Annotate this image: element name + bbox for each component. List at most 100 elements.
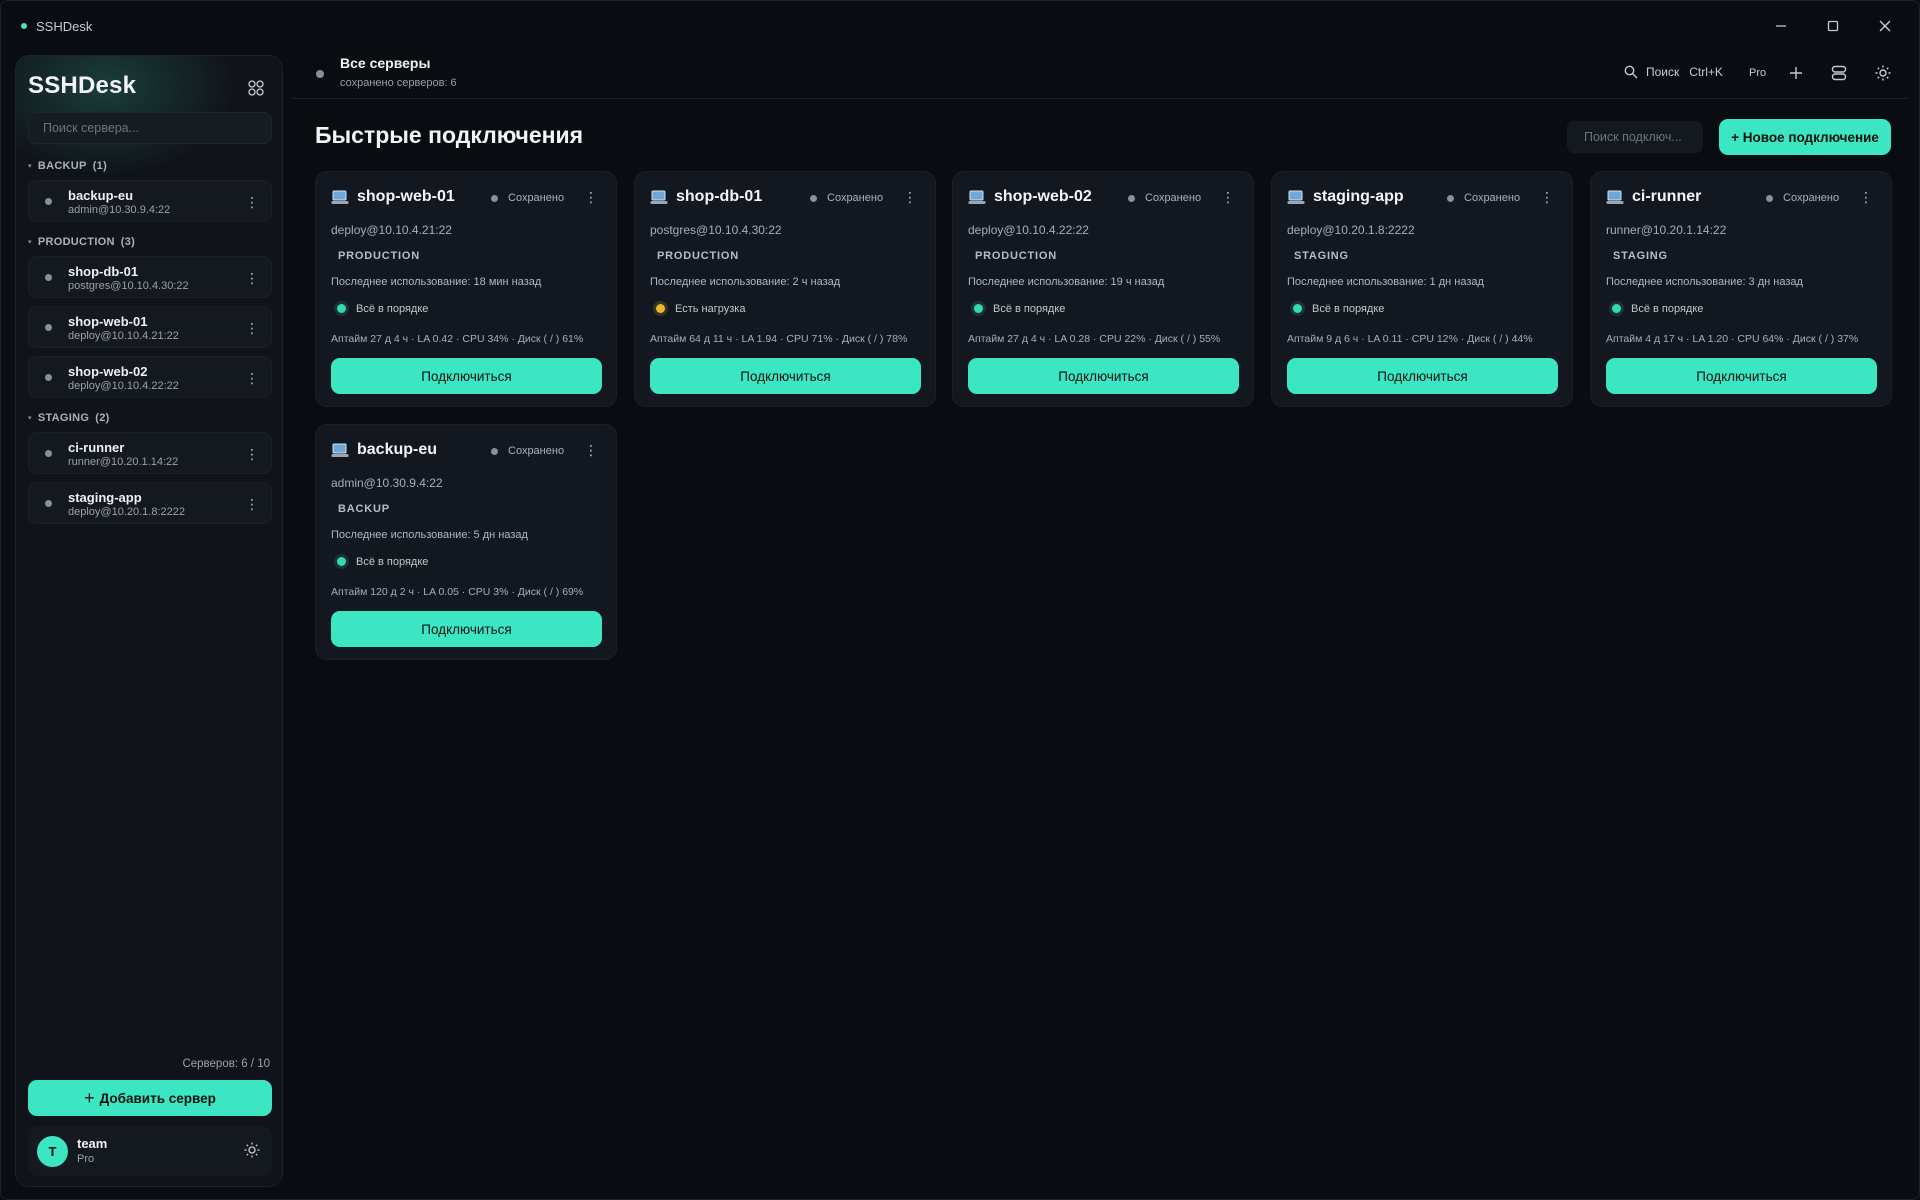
health-label: Всё в порядке	[1631, 303, 1704, 315]
sidebar: SSHDesk Поиск сервера... ▾ BACKUP (1) ba…	[15, 55, 283, 1187]
kebab-icon[interactable]: ⋮	[245, 319, 259, 337]
computer-icon	[331, 443, 349, 457]
kebab-icon[interactable]: ⋮	[1859, 189, 1873, 207]
connect-button[interactable]: Подключиться	[1287, 358, 1558, 394]
window-title: SSHDesk	[36, 18, 93, 34]
servers-view-button[interactable]	[1828, 62, 1850, 84]
sidebar-server-item[interactable]: shop-db-01 postgres@10.10.4.30:22 ⋮	[28, 256, 272, 298]
sidebar-server-item[interactable]: staging-app deploy@10.20.1.8:2222 ⋮	[28, 482, 272, 524]
app-status-dot	[21, 23, 27, 29]
computer-icon	[331, 190, 349, 204]
card-title: backup-eu	[357, 441, 438, 458]
server-address: deploy@10.10.4.22:22	[68, 380, 179, 392]
group-header-staging[interactable]: ▾ STAGING (2)	[28, 412, 110, 424]
card-address: postgres@10.10.4.30:22	[650, 223, 782, 237]
connect-button[interactable]: Подключиться	[331, 358, 602, 394]
health-label: Всё в порядке	[993, 303, 1066, 315]
card-address: deploy@10.10.4.22:22	[968, 223, 1089, 237]
sidebar-server-item[interactable]: backup-eu admin@10.30.9.4:22 ⋮	[28, 180, 272, 222]
health-label: Всё в порядке	[356, 303, 429, 315]
user-plan: Pro	[77, 1153, 95, 1165]
avatar: T	[37, 1136, 68, 1167]
server-status-dot	[45, 274, 52, 281]
server-stats: Аптайм 4 д 17 ч · LA 1.20 · CPU 64% · Ди…	[1606, 333, 1859, 345]
health-label: Всё в порядке	[1312, 303, 1385, 315]
group-header-backup[interactable]: ▾ BACKUP (1)	[28, 160, 107, 172]
sidebar-server-item[interactable]: shop-web-01 deploy@10.10.4.21:22 ⋮	[28, 306, 272, 348]
saved-status-dot	[491, 195, 498, 202]
health-indicator	[337, 304, 346, 313]
chevron-down-icon: ▾	[28, 163, 32, 170]
card-address: deploy@10.10.4.21:22	[331, 223, 452, 237]
server-stats: Аптайм 27 д 4 ч · LA 0.42 · CPU 34% · Ди…	[331, 333, 584, 345]
health-label: Есть нагрузка	[675, 303, 746, 315]
close-button[interactable]	[1859, 1, 1911, 51]
sidebar-server-item[interactable]: ci-runner runner@10.20.1.14:22 ⋮	[28, 432, 272, 474]
kebab-icon[interactable]: ⋮	[1221, 189, 1235, 207]
kebab-icon[interactable]: ⋮	[584, 442, 598, 460]
server-search-input[interactable]: Поиск сервера...	[28, 112, 272, 144]
server-stack-icon	[1831, 65, 1847, 81]
connect-button[interactable]: Подключиться	[968, 358, 1239, 394]
kebab-icon[interactable]: ⋮	[903, 189, 917, 207]
saved-status-dot	[491, 448, 498, 455]
server-name: shop-web-02	[68, 364, 148, 379]
app-window: SSHDesk SSHDesk Поиск сервера... ▾ BACKU…	[0, 0, 1920, 1200]
connection-card[interactable]: shop-web-02 Сохранено ⋮ deploy@10.10.4.22:2…	[952, 171, 1254, 407]
last-used: Последнее использование: 3 дн назад	[1606, 276, 1803, 288]
kebab-icon[interactable]: ⋮	[245, 369, 259, 387]
card-address: deploy@10.20.1.8:2222	[1287, 223, 1415, 237]
add-server-button[interactable]: + Добавить сервер	[28, 1080, 272, 1116]
saved-status-label: Сохранено	[508, 445, 565, 457]
kebab-icon[interactable]: ⋮	[245, 495, 259, 513]
sun-icon	[1875, 65, 1891, 81]
minimize-button[interactable]	[1755, 1, 1807, 51]
server-name: shop-db-01	[68, 264, 139, 279]
saved-status-label: Сохранено	[508, 192, 565, 204]
server-stats: Аптайм 64 д 11 ч · LA 1.94 · CPU 71% · Д…	[650, 333, 908, 345]
health-label: Всё в порядке	[356, 556, 429, 568]
connect-button[interactable]: Подключиться	[331, 611, 602, 647]
new-connection-button[interactable]: + Новое подключение	[1719, 119, 1891, 155]
shortcut-hint: Ctrl+K	[1689, 65, 1723, 79]
card-address: runner@10.20.1.14:22	[1606, 223, 1727, 237]
server-status-dot	[45, 324, 52, 331]
server-name: shop-web-01	[68, 314, 148, 329]
close-icon	[1879, 20, 1891, 32]
kebab-icon[interactable]: ⋮	[245, 193, 259, 211]
sidebar-server-item[interactable]: shop-web-02 deploy@10.10.4.22:22 ⋮	[28, 356, 272, 398]
saved-status-label: Сохранено	[1464, 192, 1521, 204]
last-used: Последнее использование: 5 дн назад	[331, 529, 528, 541]
connection-card[interactable]: staging-app Сохранено ⋮ deploy@10.20.1.8:22…	[1271, 171, 1573, 407]
minimize-icon	[1776, 25, 1786, 27]
last-used: Последнее использование: 18 мин назад	[331, 276, 542, 288]
theme-toggle-button[interactable]	[244, 1142, 260, 1161]
kebab-icon[interactable]: ⋮	[245, 269, 259, 287]
connection-card[interactable]: shop-web-01 Сохранено ⋮ deploy@10.10.4.21:2…	[315, 171, 617, 407]
header-status-dot	[316, 70, 324, 78]
connect-button[interactable]: Подключиться	[650, 358, 921, 394]
environment-tag: PRODUCTION	[975, 250, 1057, 262]
layout-grid-button[interactable]	[246, 78, 266, 98]
environment-tag: BACKUP	[338, 503, 390, 515]
kebab-icon[interactable]: ⋮	[1540, 189, 1554, 207]
maximize-button[interactable]	[1807, 1, 1859, 51]
add-button[interactable]	[1785, 62, 1807, 84]
kebab-icon[interactable]: ⋮	[245, 445, 259, 463]
computer-icon	[968, 190, 986, 204]
user-name: team	[77, 1136, 108, 1151]
connection-search-input[interactable]: Поиск подключ...	[1567, 121, 1703, 153]
connect-button[interactable]: Подключиться	[1606, 358, 1877, 394]
settings-theme-button[interactable]	[1872, 62, 1894, 84]
group-header-production[interactable]: ▾ PRODUCTION (3)	[28, 236, 135, 248]
user-card[interactable]: T team Pro	[28, 1126, 272, 1176]
global-search-button[interactable]: Поиск Ctrl+K	[1624, 65, 1723, 79]
connection-card[interactable]: backup-eu Сохранено ⋮ admin@10.30.9.4:22 BAC…	[315, 424, 617, 660]
connection-card[interactable]: shop-db-01 Сохранено ⋮ postgres@10.10.4.30:…	[634, 171, 936, 407]
connection-card[interactable]: ci-runner Сохранено ⋮ runner@10.20.1.14:22 S…	[1590, 171, 1892, 407]
kebab-icon[interactable]: ⋮	[584, 189, 598, 207]
card-address: admin@10.30.9.4:22	[331, 476, 443, 490]
computer-icon	[1606, 190, 1624, 204]
saved-status-label: Сохранено	[1145, 192, 1202, 204]
search-icon	[1624, 65, 1638, 79]
